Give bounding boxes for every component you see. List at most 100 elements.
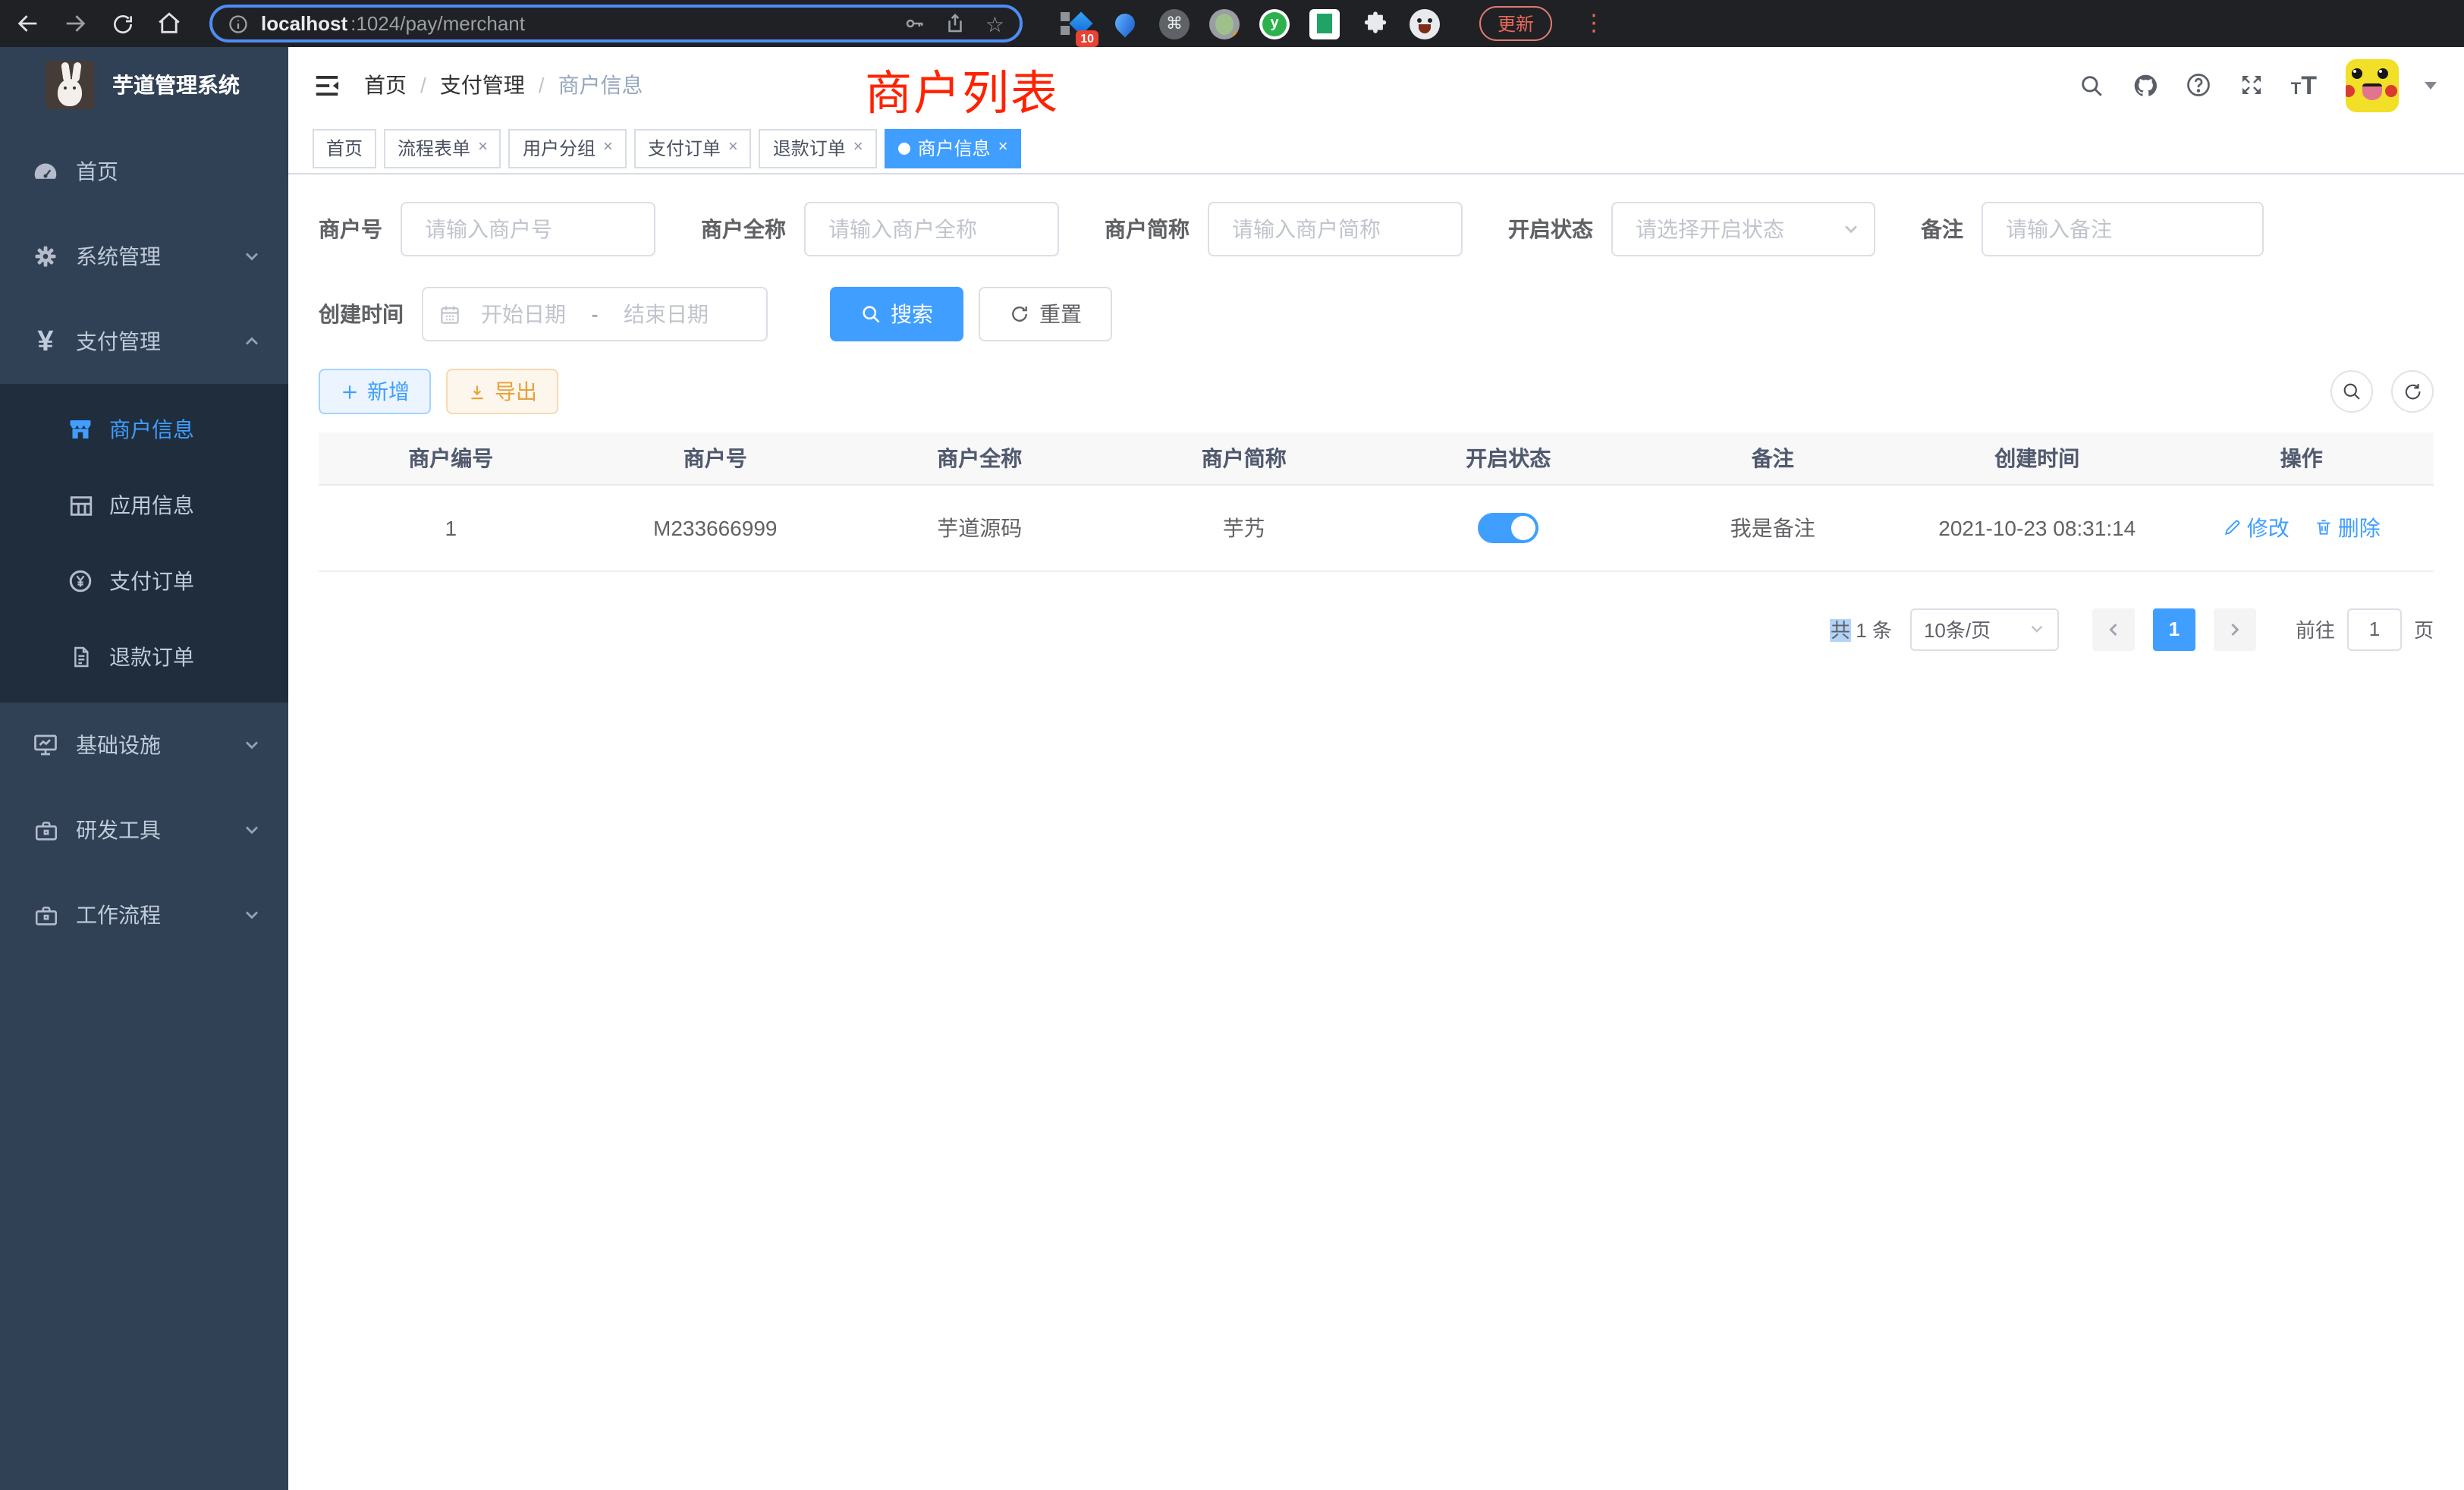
table-row: 1 M233666999 芋道源码 芋艿 我是备注 2021-10-23 08:… <box>319 484 2434 571</box>
site-info-icon[interactable] <box>228 13 249 34</box>
sidebar-item-workflow[interactable]: 工作流程 <box>0 872 288 957</box>
cell-short-name: 芋艿 <box>1112 484 1377 571</box>
share-icon[interactable] <box>944 12 967 35</box>
extension-doc-icon[interactable] <box>1309 8 1340 39</box>
tab-home[interactable]: 首页 <box>313 128 376 168</box>
app-title: 芋道管理系统 <box>112 70 240 100</box>
close-icon[interactable]: × <box>853 140 863 156</box>
browser-menu-icon[interactable]: ⋮ <box>1582 12 1605 35</box>
browser-reload-icon[interactable] <box>109 11 135 36</box>
search-button[interactable]: 搜索 <box>830 287 963 341</box>
screen: localhost:1024/pay/merchant ☆ 10 ⌘ 1 <box>0 0 2464 1490</box>
status-toggle[interactable] <box>1478 512 1538 542</box>
extension-profile-icon[interactable]: 1 <box>1209 8 1240 39</box>
remark-input[interactable] <box>1982 202 2264 256</box>
gear-icon <box>30 241 61 272</box>
tab-merchant-info[interactable]: 商户信息× <box>885 128 1022 168</box>
sidebar-item-pay[interactable]: ¥ 支付管理 <box>0 299 288 384</box>
tab-pay-order[interactable]: 支付订单× <box>634 128 752 168</box>
merchant-table: 商户编号 商户号 商户全称 商户简称 开启状态 备注 创建时间 操作 1 <box>319 432 2434 571</box>
edit-link[interactable]: 修改 <box>2223 512 2290 542</box>
sidebar-item-pay-order[interactable]: 支付订单 <box>0 543 288 619</box>
extension-emoji-icon[interactable] <box>1410 8 1440 39</box>
password-key-icon[interactable] <box>904 12 926 35</box>
sidebar-item-home[interactable]: 首页 <box>0 129 288 214</box>
sidebar-item-infra[interactable]: 基础设施 <box>0 703 288 787</box>
toolbox-icon <box>30 900 61 930</box>
col-merchant-no: 商户号 <box>583 432 848 484</box>
prev-page-button[interactable] <box>2092 608 2135 650</box>
header-search-icon[interactable] <box>2079 71 2106 99</box>
fullscreen-icon[interactable] <box>2238 71 2265 99</box>
extension-y-icon[interactable]: y <box>1259 8 1290 39</box>
close-icon[interactable]: × <box>603 140 613 156</box>
browser-forward-icon[interactable] <box>62 11 88 36</box>
sidebar-item-label: 商户信息 <box>109 414 194 445</box>
goto-page-input[interactable] <box>2347 608 2402 650</box>
profile-badge: 1 <box>1233 30 1240 39</box>
chevron-down-icon <box>243 821 261 839</box>
close-icon[interactable]: × <box>478 140 488 156</box>
help-icon[interactable] <box>2185 71 2212 99</box>
sidebar-collapse-icon[interactable] <box>288 47 364 123</box>
chevron-up-icon <box>243 332 261 350</box>
add-button[interactable]: 新增 <box>319 369 431 414</box>
shop-icon <box>67 416 94 443</box>
browser-update-button[interactable]: 更新 <box>1479 6 1552 41</box>
short-name-input[interactable] <box>1208 202 1463 256</box>
text-size-icon[interactable]: TT <box>2291 72 2317 98</box>
browser-back-icon[interactable] <box>15 11 41 36</box>
end-date-placeholder[interactable]: 结束日期 <box>610 299 722 329</box>
sidebar-item-dev-tools[interactable]: 研发工具 <box>0 787 288 872</box>
close-icon[interactable]: × <box>728 140 738 156</box>
extension-balloon-icon[interactable] <box>1109 8 1139 39</box>
sidebar: 芋道管理系统 首页 系统管理 <box>0 47 288 1490</box>
close-icon[interactable]: × <box>998 140 1008 156</box>
active-tab-dot <box>898 142 910 154</box>
toggle-search-button[interactable] <box>2330 370 2373 413</box>
next-page-button[interactable] <box>2214 608 2256 650</box>
sidebar-item-app-info[interactable]: 应用信息 <box>0 467 288 543</box>
avatar-dropdown-icon[interactable] <box>2425 81 2437 89</box>
app-logo-row[interactable]: 芋道管理系统 <box>0 47 288 123</box>
breadcrumb-separator: / <box>539 73 545 97</box>
create-time-range-picker[interactable]: 开始日期 - 结束日期 <box>422 287 768 341</box>
browser-home-icon[interactable] <box>156 11 182 36</box>
breadcrumb-current: 商户信息 <box>558 70 643 100</box>
tab-process-form[interactable]: 流程表单× <box>384 128 501 168</box>
breadcrumb-pay[interactable]: 支付管理 <box>440 70 525 100</box>
extension-command-icon[interactable]: ⌘ <box>1159 8 1190 39</box>
sidebar-item-merchant-info[interactable]: 商户信息 <box>0 391 288 467</box>
cell-merchant-id: 1 <box>319 484 583 571</box>
sidebar-item-label: 系统管理 <box>76 241 161 272</box>
cell-created: 2021-10-23 08:31:14 <box>1905 484 2170 571</box>
page-number-button[interactable]: 1 <box>2153 608 2195 650</box>
sidebar-item-system[interactable]: 系统管理 <box>0 214 288 299</box>
col-full-name: 商户全称 <box>847 432 1112 484</box>
sidebar-item-label: 退款订单 <box>109 642 194 672</box>
tab-refund-order[interactable]: 退款订单× <box>759 128 877 168</box>
sidebar-item-refund-order[interactable]: 退款订单 <box>0 619 288 695</box>
status-select[interactable] <box>1611 202 1875 256</box>
delete-link[interactable]: 删除 <box>2314 512 2381 542</box>
breadcrumb-separator: / <box>420 73 426 97</box>
extensions-puzzle-icon[interactable] <box>1359 8 1390 39</box>
user-avatar[interactable] <box>2346 58 2399 112</box>
calendar-icon <box>438 303 461 325</box>
github-icon[interactable] <box>2132 71 2159 99</box>
full-name-input[interactable] <box>804 202 1059 256</box>
refresh-button[interactable] <box>2391 370 2434 413</box>
export-button[interactable]: 导出 <box>446 369 558 414</box>
address-bar[interactable]: localhost:1024/pay/merchant ☆ <box>209 5 1023 42</box>
reset-button[interactable]: 重置 <box>979 287 1112 341</box>
col-status: 开启状态 <box>1376 432 1641 484</box>
extension-pieces-icon[interactable]: 10 <box>1059 8 1089 39</box>
page-size-select[interactable]: 10条/页 <box>1910 608 2059 650</box>
breadcrumb-home[interactable]: 首页 <box>364 70 407 100</box>
page-content: 商户号 商户全称 商户简称 开启状态 <box>288 174 2464 1490</box>
tab-user-group[interactable]: 用户分组× <box>509 128 627 168</box>
start-date-placeholder[interactable]: 开始日期 <box>467 299 580 329</box>
url-path: :1024/pay/merchant <box>350 12 525 35</box>
bookmark-star-icon[interactable]: ☆ <box>985 13 1004 34</box>
merchant-no-input[interactable] <box>401 202 655 256</box>
